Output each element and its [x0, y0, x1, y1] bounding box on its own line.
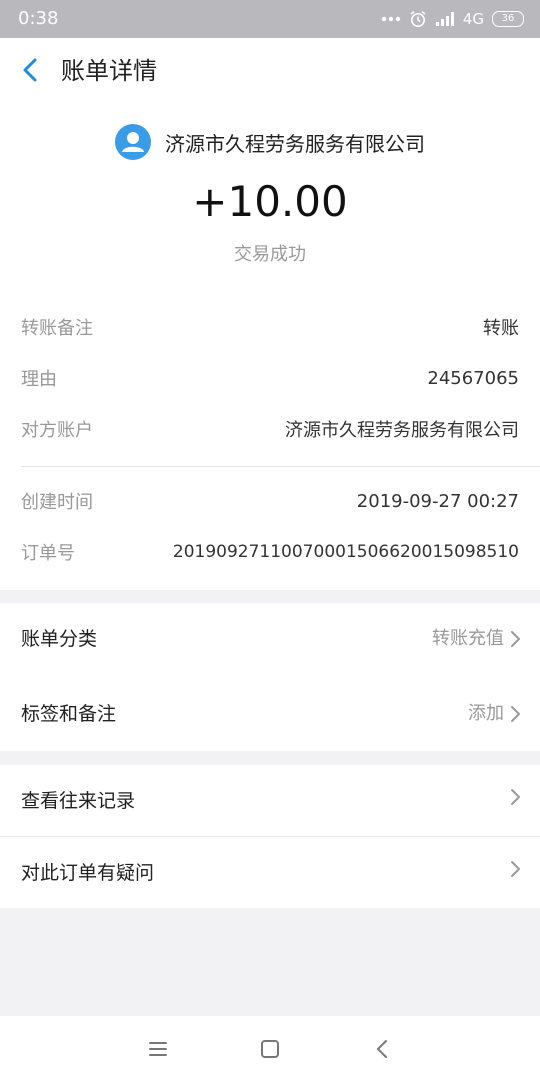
- category-group: 账单分类 转账充值 标签和备注 添加: [0, 603, 540, 751]
- chevron-left-icon: [23, 58, 37, 82]
- detail-row-counterparty: 对方账户 济源市久程劳务服务有限公司: [21, 412, 519, 446]
- payee-name: 济源市久程劳务服务有限公司: [165, 131, 425, 156]
- home-square-icon[interactable]: [258, 1038, 282, 1060]
- menu-label: 账单分类: [21, 628, 98, 650]
- menu-label: 标签和备注: [21, 703, 117, 725]
- menu-value: 添加: [468, 703, 504, 724]
- menu-right: [510, 787, 522, 807]
- view-history-row[interactable]: 查看往来记录: [0, 765, 540, 837]
- transaction-details: 转账备注 转账 理由 24567065 对方账户 济源市久程劳务服务有限公司 创…: [0, 284, 540, 590]
- bill-category-row[interactable]: 账单分类 转账充值: [0, 603, 540, 675]
- status-icons: 4G 36: [381, 7, 524, 31]
- order-number[interactable]: 20190927110070001506620015098510: [173, 542, 519, 562]
- more-dots-icon: [381, 16, 401, 22]
- system-nav-bar: [0, 1016, 540, 1080]
- menu-icon[interactable]: [146, 1038, 170, 1060]
- detail-row-reason: 理由 24567065: [21, 361, 519, 395]
- menu-right: 添加: [468, 700, 522, 728]
- menu-right: 转账充值: [432, 625, 522, 653]
- user-avatar-icon: [115, 124, 151, 160]
- transaction-summary: 济源市久程劳务服务有限公司 +10.00 交易成功: [0, 104, 540, 284]
- network-label: 4G: [462, 10, 484, 28]
- signal-icon: [435, 12, 454, 26]
- battery-indicator: 36: [492, 11, 524, 27]
- back-button[interactable]: [14, 53, 48, 87]
- detail-row-created-time: 创建时间 2019-09-27 00:27: [21, 484, 519, 518]
- menu-label: 查看往来记录: [21, 790, 136, 812]
- action-group: 查看往来记录 对此订单有疑问: [0, 765, 540, 908]
- detail-value: 2019-09-27 00:27: [356, 490, 519, 512]
- status-bar: 0:38 4G 36: [0, 0, 540, 38]
- back-triangle-icon[interactable]: [371, 1038, 395, 1060]
- detail-value: 转账: [483, 318, 519, 339]
- tags-and-notes-row[interactable]: 标签和备注 添加: [0, 678, 540, 750]
- divider: [21, 466, 540, 467]
- detail-value: 济源市久程劳务服务有限公司: [285, 420, 519, 441]
- page-title: 账单详情: [61, 57, 157, 85]
- chevron-right-icon: [511, 861, 520, 877]
- chevron-right-icon: [511, 631, 520, 647]
- detail-value: 24567065: [427, 367, 519, 389]
- detail-label: 创建时间: [21, 492, 93, 513]
- menu-right: [510, 859, 522, 879]
- chevron-right-icon: [511, 789, 520, 805]
- order-question-row[interactable]: 对此订单有疑问: [0, 837, 540, 909]
- detail-label: 转账备注: [21, 318, 93, 339]
- alarm-icon: [410, 10, 426, 27]
- menu-label: 对此订单有疑问: [21, 862, 155, 884]
- payee-row: 济源市久程劳务服务有限公司: [0, 122, 540, 162]
- chevron-right-icon: [511, 706, 520, 722]
- transaction-status: 交易成功: [234, 244, 306, 265]
- menu-value: 转账充值: [432, 628, 504, 649]
- transaction-amount: +10.00: [192, 177, 348, 226]
- detail-label: 订单号: [21, 543, 75, 564]
- detail-row-order-number: 订单号 20190927110070001506620015098510: [21, 535, 519, 569]
- detail-label: 理由: [21, 369, 57, 390]
- header: 账单详情: [0, 38, 540, 104]
- detail-label: 对方账户: [21, 420, 93, 441]
- detail-row-note: 转账备注 转账: [21, 310, 519, 344]
- status-time: 0:38: [18, 8, 59, 29]
